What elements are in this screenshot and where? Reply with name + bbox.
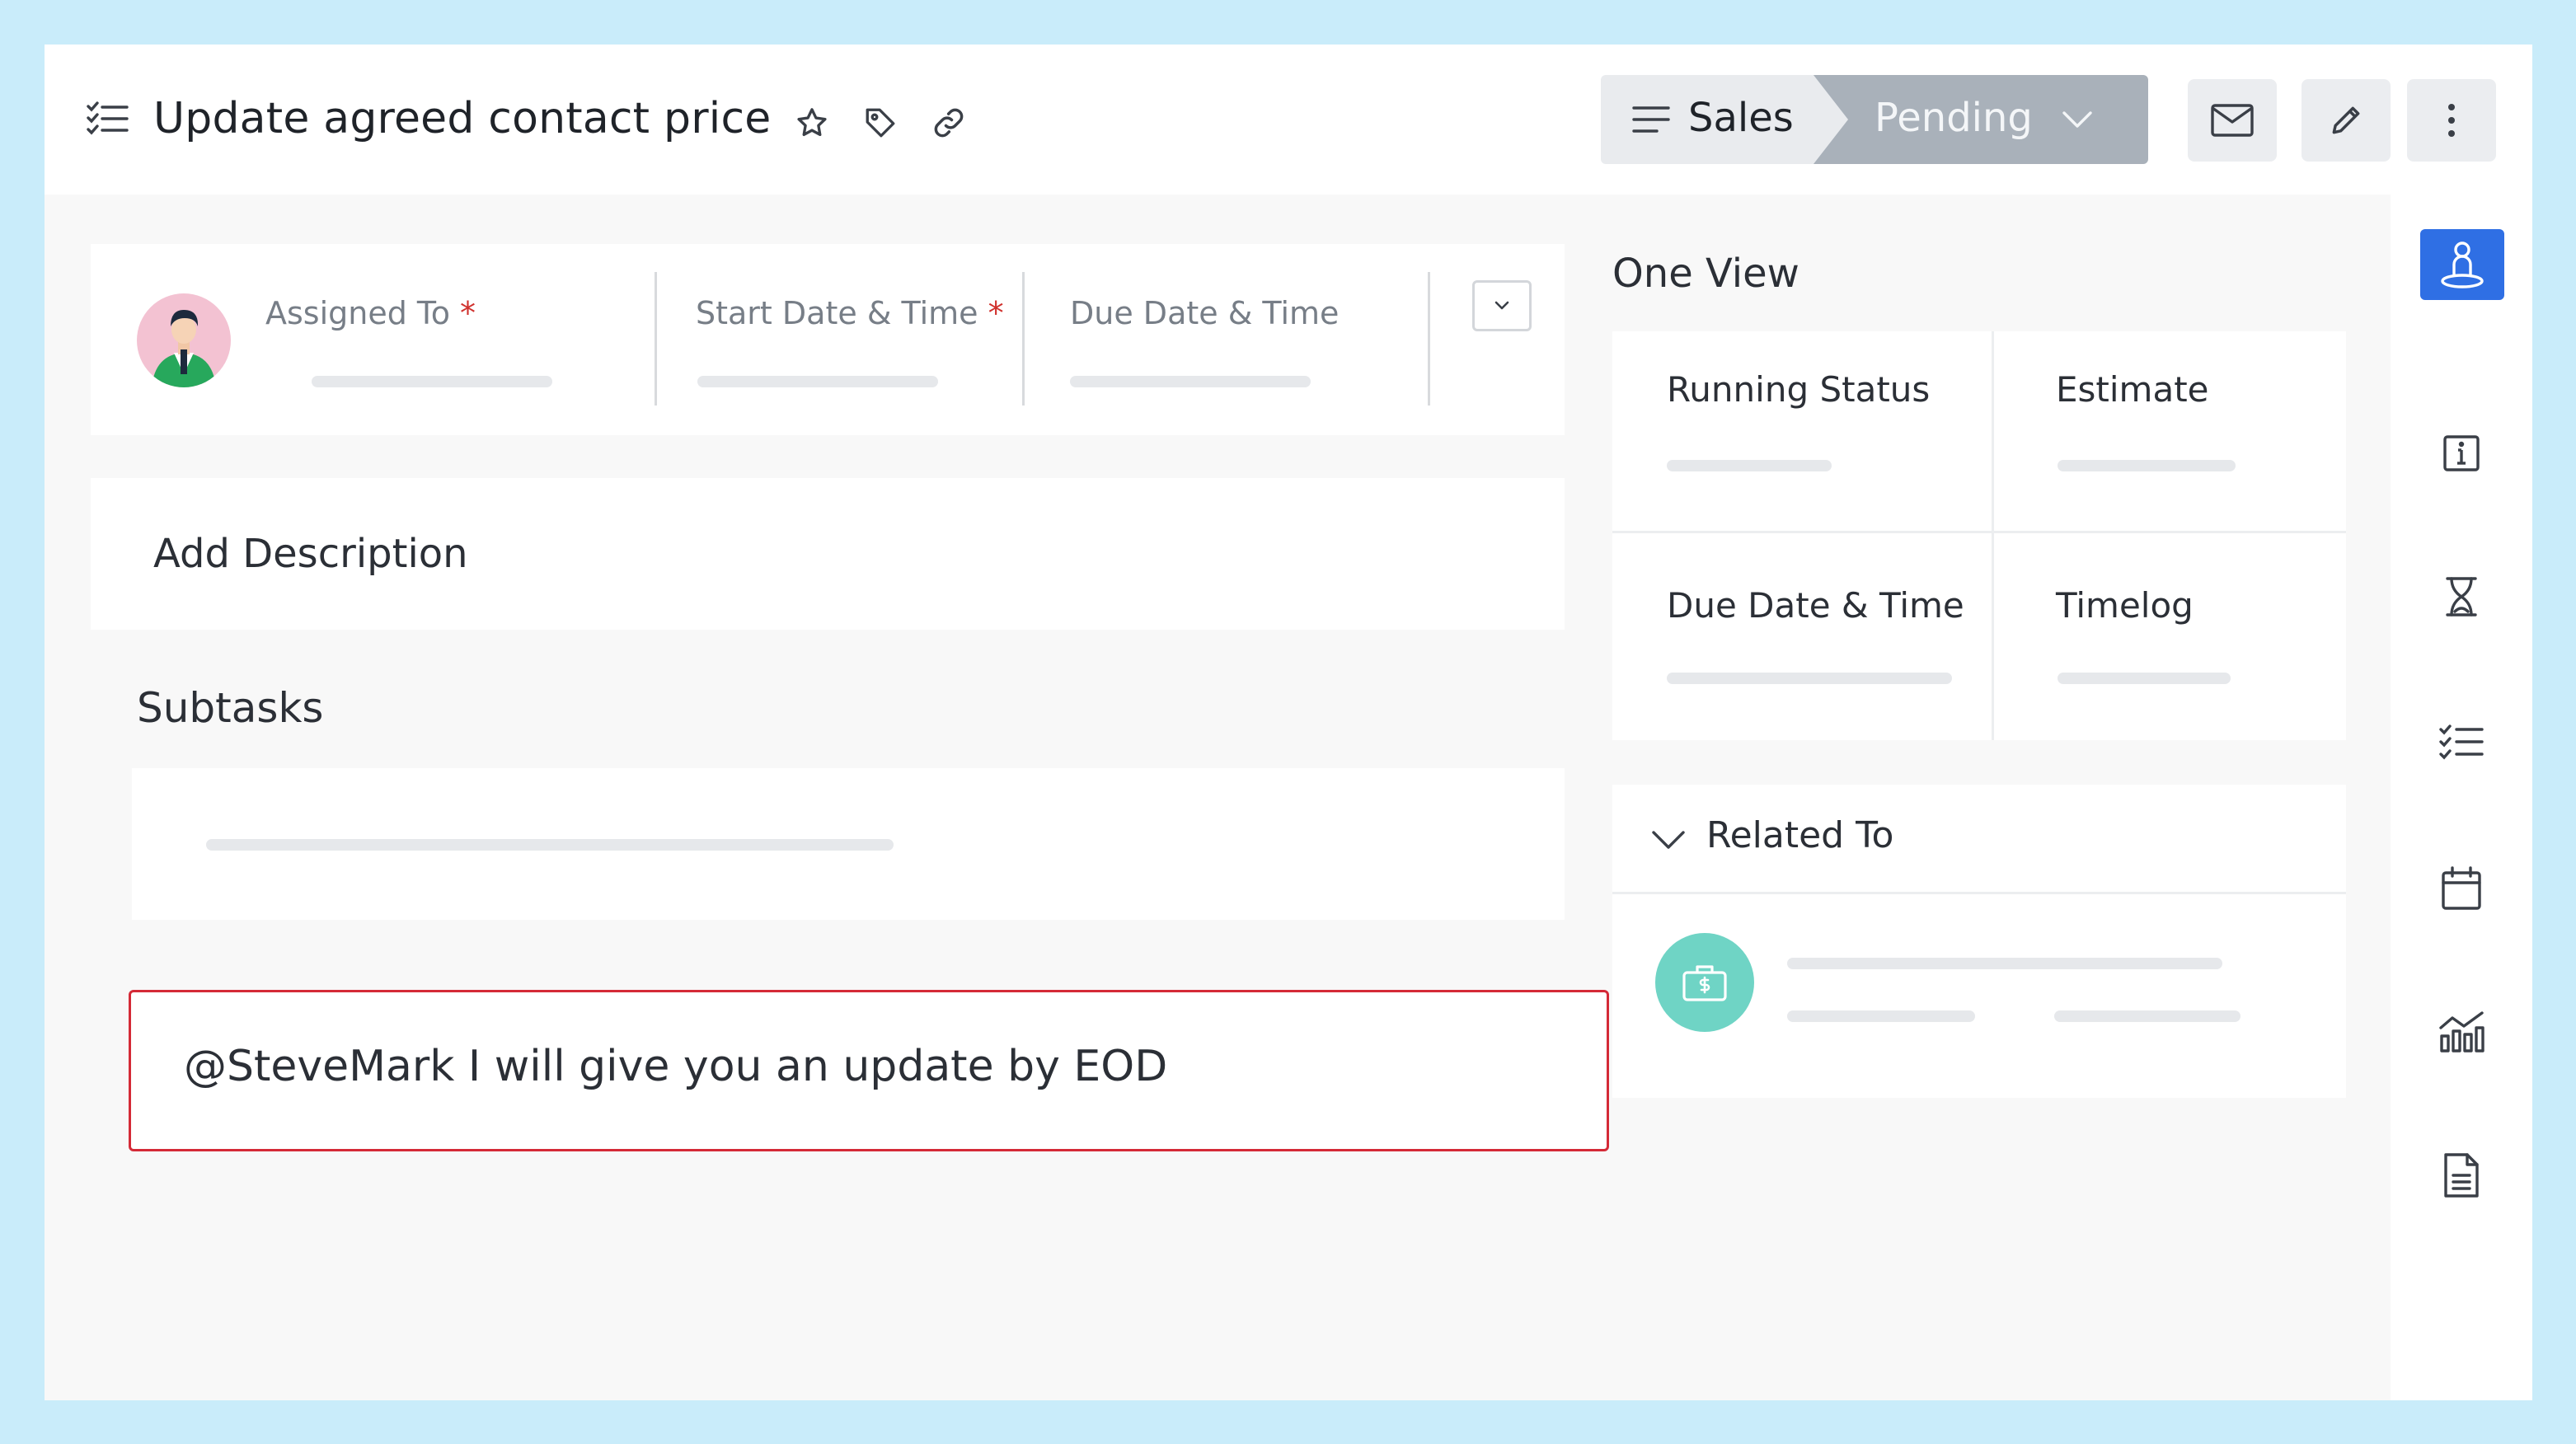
estimate-value	[2058, 460, 2236, 471]
sidebar-item-overview[interactable]	[2420, 229, 2504, 300]
start-date-label: Start Date & Time *	[696, 295, 1004, 331]
estimate-label: Estimate	[2056, 369, 2209, 410]
sidebar-item-info[interactable]	[2432, 424, 2491, 483]
user-avatar-illustration	[152, 310, 216, 387]
sidebar-item-documents[interactable]	[2432, 1146, 2491, 1205]
stage-sales-label: Sales	[1688, 95, 1794, 141]
one-view-heading: One View	[1612, 251, 1799, 297]
chevron-down-icon	[2062, 111, 2092, 128]
timelog-value	[2058, 673, 2231, 684]
sidebar-item-calendar[interactable]	[2432, 859, 2491, 918]
task-header: Update agreed contact price Sales Pendin…	[45, 45, 2532, 195]
stage-pipeline: Sales Pending	[1601, 75, 2148, 164]
grid-divider-horizontal	[1612, 531, 2346, 533]
running-status-value	[1667, 460, 1832, 471]
related-title-placeholder	[1787, 958, 2222, 969]
field-divider	[655, 272, 657, 406]
mail-icon	[2211, 104, 2254, 137]
calendar-icon	[2442, 866, 2481, 910]
pencil-icon	[2332, 106, 2360, 134]
more-vertical-icon	[2448, 104, 2455, 137]
due-date-time-value	[1667, 673, 1952, 684]
link-icon[interactable]	[931, 105, 966, 140]
comment-text: @SteveMark I will give you an update by …	[184, 1042, 1168, 1091]
related-to-heading: Related To	[1706, 814, 1894, 856]
related-divider	[1612, 892, 2346, 894]
chevron-down-icon	[1494, 301, 1509, 310]
menu-lines-icon	[1632, 106, 1670, 133]
email-button[interactable]	[2188, 79, 2277, 162]
page-title: Update agreed contact price	[153, 94, 772, 143]
due-date-value-placeholder[interactable]	[1070, 376, 1311, 387]
subtasks-list	[132, 768, 1565, 920]
expand-fields-button[interactable]	[1472, 280, 1532, 331]
running-status-label: Running Status	[1667, 369, 1931, 410]
info-icon	[2443, 435, 2480, 471]
sidebar-item-analytics[interactable]	[2432, 1002, 2491, 1062]
stage-pending-label: Pending	[1875, 95, 2033, 141]
subtasks-heading: Subtasks	[137, 684, 324, 732]
sidebar-item-timer[interactable]	[2432, 567, 2491, 626]
tag-icon[interactable]	[863, 105, 898, 140]
one-view-grid: Running Status Estimate Due Date & Time …	[1612, 331, 2346, 740]
timelog-label: Timelog	[2056, 585, 2194, 626]
grid-divider-vertical	[1992, 331, 1994, 740]
related-meta-placeholder	[1787, 1010, 1975, 1022]
related-meta-placeholder	[2054, 1010, 2241, 1022]
more-options-button[interactable]	[2407, 79, 2496, 162]
task-detail-window: Update agreed contact price Sales Pendin…	[45, 45, 2532, 1400]
right-sidebar	[2391, 195, 2532, 1400]
due-date-label: Due Date & Time	[1070, 295, 1340, 331]
checklist-icon	[2439, 724, 2484, 760]
stage-pending-dropdown[interactable]: Pending	[1814, 75, 2148, 164]
edit-button[interactable]	[2302, 79, 2391, 162]
assigned-to-value-placeholder[interactable]	[312, 376, 552, 387]
assigned-to-label: Assigned To *	[265, 295, 476, 331]
related-to-panel: Related To	[1612, 785, 2346, 1098]
subtask-placeholder[interactable]	[206, 839, 894, 851]
hourglass-icon	[2446, 577, 2477, 617]
field-divider	[1428, 272, 1430, 406]
due-date-time-label: Due Date & Time	[1667, 585, 1964, 626]
task-list-icon	[87, 101, 129, 135]
document-icon	[2444, 1153, 2479, 1198]
avatar[interactable]	[137, 293, 231, 387]
sidebar-item-checklist[interactable]	[2432, 712, 2491, 771]
chevron-down-icon[interactable]	[1650, 827, 1687, 852]
start-date-value-placeholder[interactable]	[697, 376, 938, 387]
field-divider	[1022, 272, 1025, 406]
deal-briefcase-icon	[1682, 965, 1727, 1001]
comment-input[interactable]: @SteveMark I will give you an update by …	[129, 990, 1609, 1151]
description-card[interactable]: Add Description	[91, 478, 1565, 630]
stage-sales-button[interactable]: Sales	[1601, 75, 1848, 164]
task-fields-card: Assigned To * Start Date & Time * Due Da…	[91, 244, 1565, 435]
add-description-label: Add Description	[153, 531, 468, 577]
related-deal-avatar[interactable]	[1655, 933, 1754, 1032]
star-icon[interactable]	[795, 105, 829, 140]
analytics-icon	[2439, 1011, 2485, 1053]
person-pin-icon	[2441, 241, 2484, 288]
